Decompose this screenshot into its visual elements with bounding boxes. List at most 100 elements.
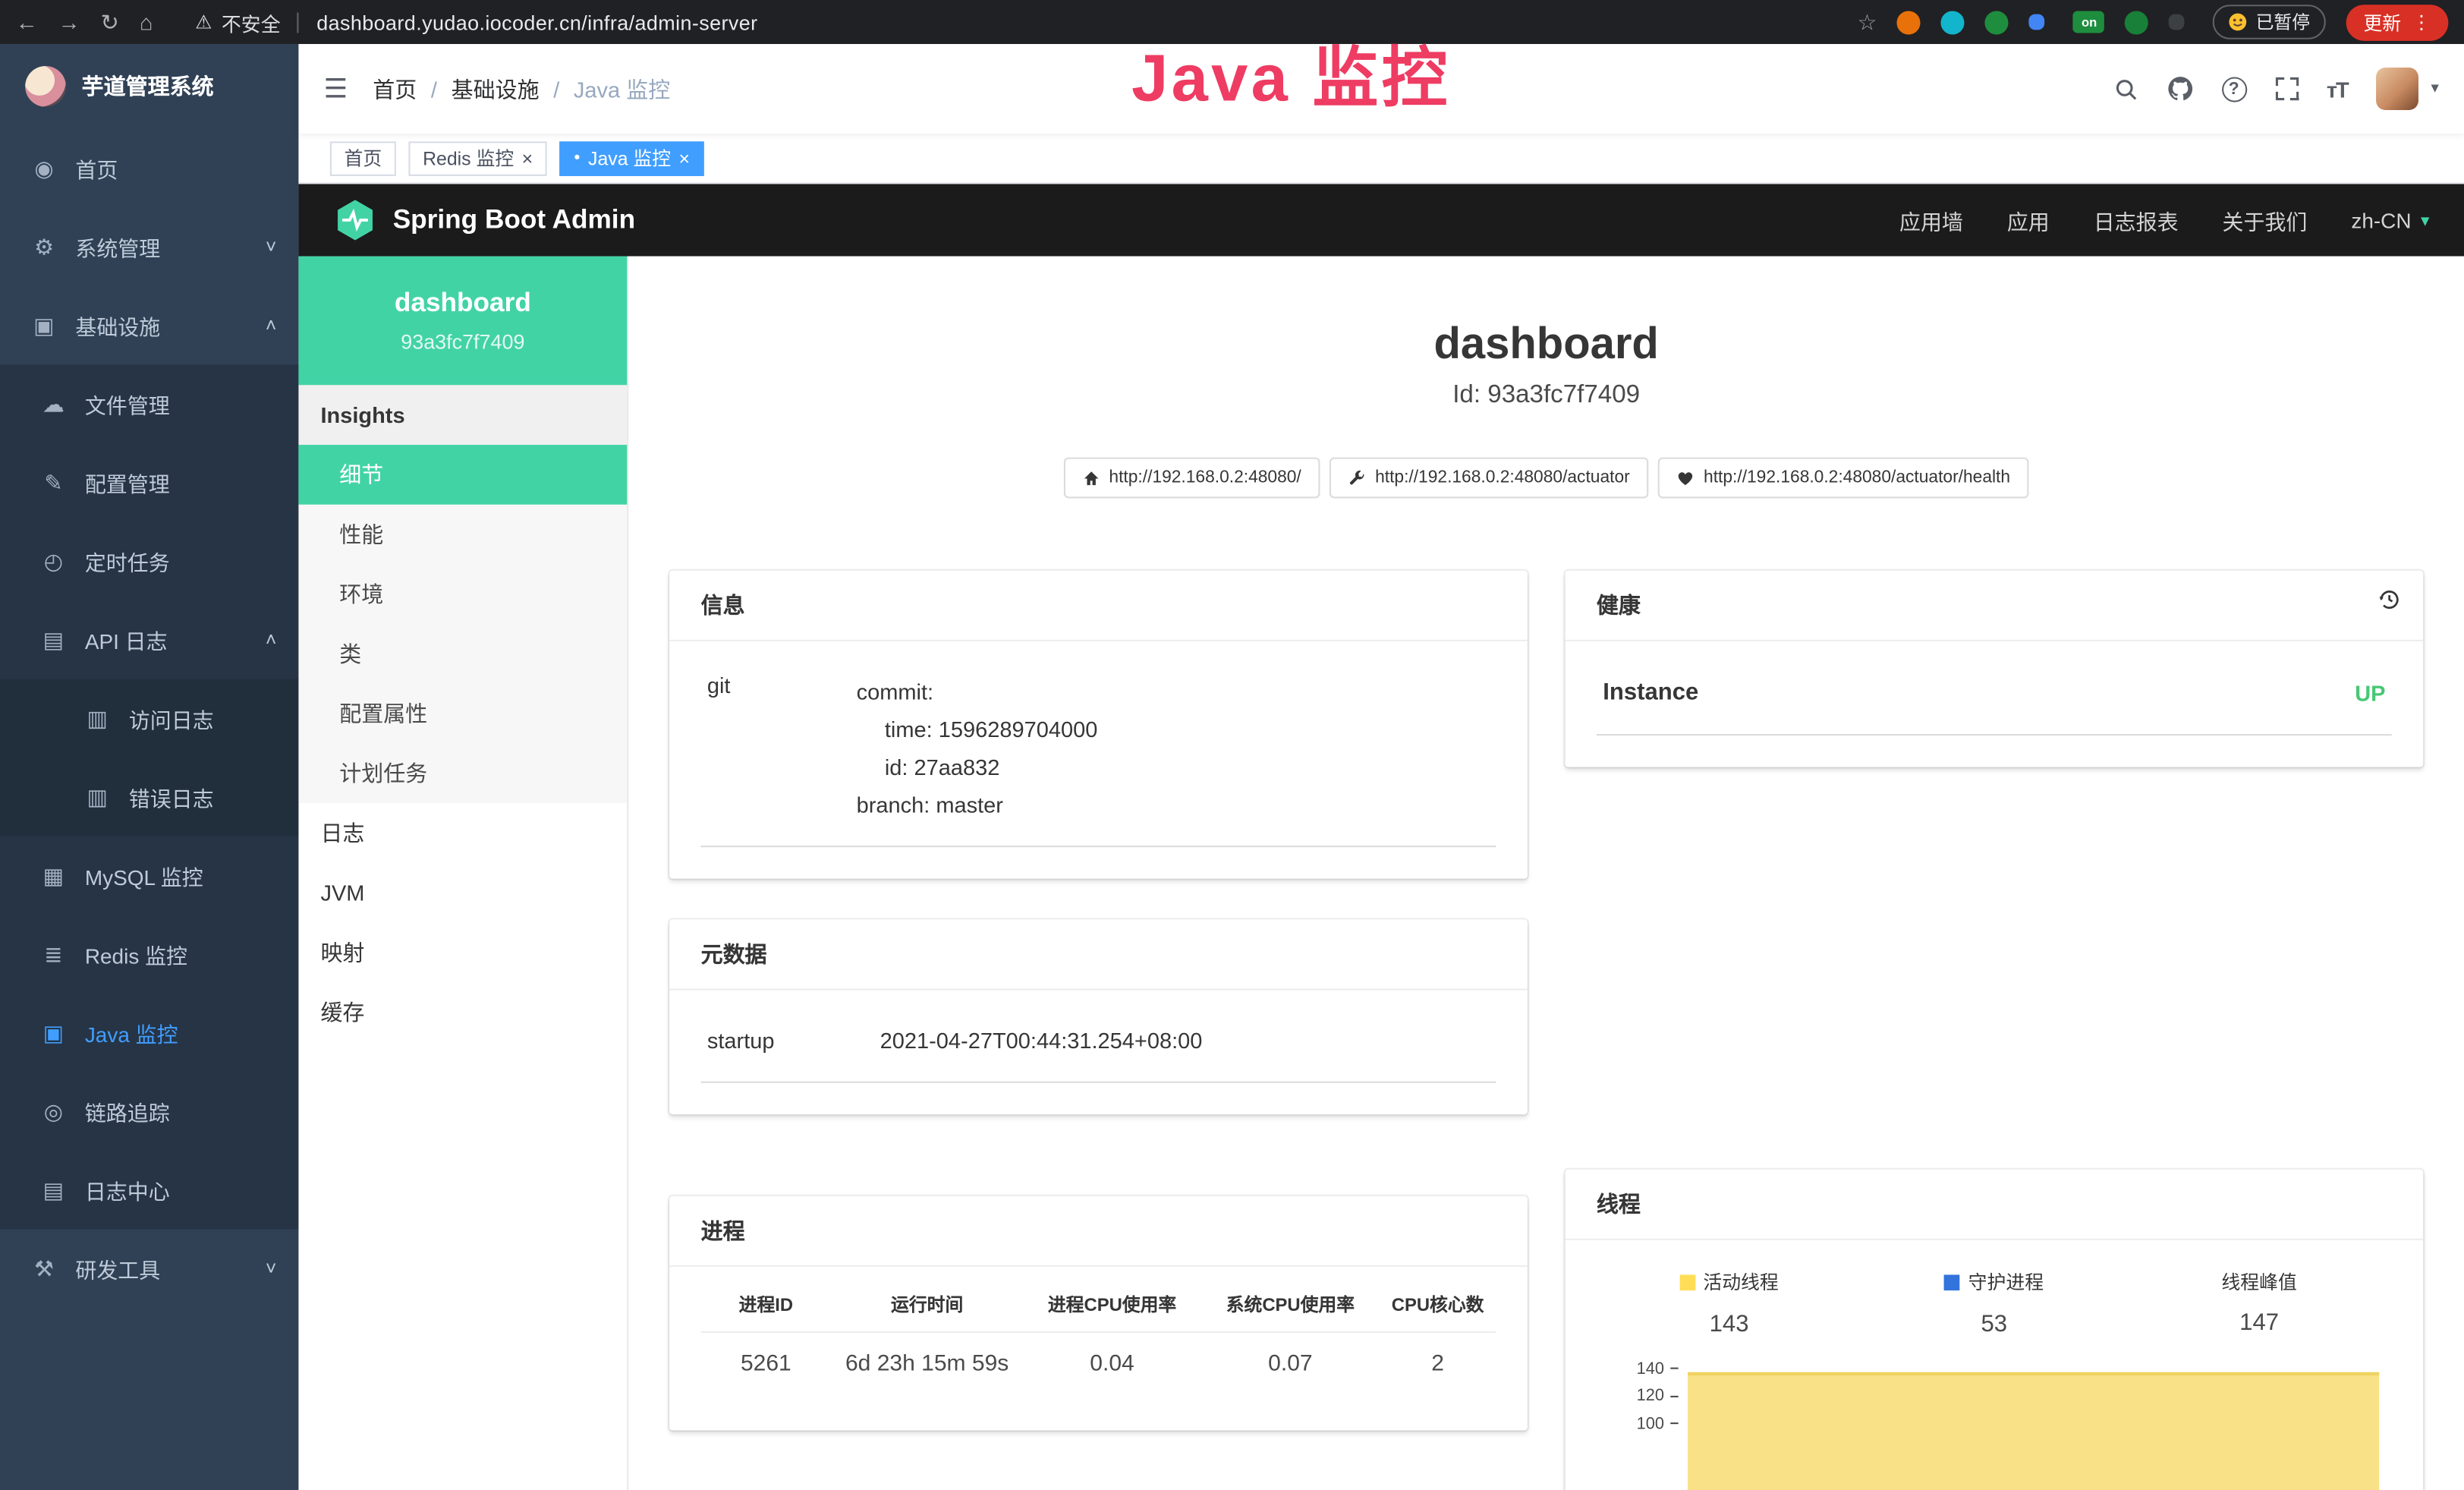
service-url-button[interactable]: http://192.168.0.2:48080/ <box>1063 458 1320 499</box>
close-icon[interactable]: × <box>679 149 691 168</box>
divider <box>297 12 299 33</box>
chevron-down-icon: ˅ <box>266 236 277 258</box>
actuator-url-button[interactable]: http://192.168.0.2:48080/actuator <box>1330 458 1649 499</box>
paused-badge[interactable]: 已暂停 <box>2214 5 2326 39</box>
sba-item-environment[interactable]: 环境 <box>298 564 627 624</box>
tags-view-bar: 首页 Redis 监控 × ● Java 监控 × <box>298 134 2464 184</box>
sidebar-item-file[interactable]: ☁ 文件管理 <box>0 364 298 443</box>
sidebar-item-access-log[interactable]: ▥ 访问日志 <box>0 679 298 758</box>
sidebar-item-api-log[interactable]: ▤ API 日志 ˄ <box>0 600 298 679</box>
close-icon[interactable]: × <box>522 149 533 168</box>
tab-label: Redis 监控 <box>423 145 514 172</box>
sba-nav-wallboard[interactable]: 应用墙 <box>1899 204 1963 235</box>
y-axis-tick: 100 <box>1637 1414 1664 1433</box>
sba-item-scheduled-tasks[interactable]: 计划任务 <box>298 743 627 803</box>
legend-live-threads: 活动线程 143 <box>1597 1268 1861 1337</box>
sba-nav-journal[interactable]: 日志报表 <box>2094 204 2179 235</box>
y-axis-tick: 140 <box>1637 1359 1664 1378</box>
extension-icon-teal[interactable] <box>1941 10 1965 33</box>
help-icon[interactable]: ? <box>2221 76 2246 101</box>
sba-group-loggers[interactable]: 日志 <box>298 803 627 863</box>
sba-locale-select[interactable]: zh-CN ▾ <box>2351 208 2429 232</box>
bookmark-star-icon[interactable]: ☆ <box>1858 8 1877 35</box>
warning-icon: ⚠ <box>195 11 212 33</box>
sidebar-item-label: 错误日志 <box>129 781 214 812</box>
extension-icon-leaf[interactable] <box>2126 10 2149 33</box>
sba-nav-applications[interactable]: 应用 <box>2007 204 2050 235</box>
sidebar-item-log-center[interactable]: ▤ 日志中心 <box>0 1151 298 1230</box>
update-button[interactable]: 更新 ⋮ <box>2346 4 2449 40</box>
process-val-sys-cpu: 0.07 <box>1201 1333 1380 1399</box>
github-icon[interactable] <box>2167 75 2193 102</box>
process-col-proc-cpu: 进程CPU使用率 <box>1023 1270 1201 1333</box>
sidebar-item-redis[interactable]: ≣ Redis 监控 <box>0 915 298 994</box>
app-logo[interactable]: 芋道管理系统 <box>0 44 298 129</box>
extension-icon-orange[interactable] <box>1897 10 1921 33</box>
threads-card: 线程 活动线程 143 <box>1566 1170 2424 1490</box>
extension-icon-dark[interactable] <box>2170 14 2186 30</box>
fullscreen-icon[interactable] <box>2275 77 2299 100</box>
tab-home[interactable]: 首页 <box>330 140 396 175</box>
info-git-row: git commit: time: 1596289704000 id: 27aa… <box>701 644 1496 847</box>
reload-icon[interactable]: ↻ <box>101 11 119 33</box>
sidebar-item-home[interactable]: ◉ 首页 <box>0 129 298 208</box>
security-label: 不安全 <box>222 7 281 36</box>
legend-daemon-threads: 守护进程 53 <box>1861 1268 2126 1337</box>
tab-java[interactable]: ● Java 监控 × <box>559 140 703 175</box>
forward-icon[interactable]: → <box>58 11 80 33</box>
sba-item-details[interactable]: 细节 <box>298 445 627 505</box>
sba-section-insights: Insights <box>298 385 627 445</box>
sidebar-item-dev-tools[interactable]: ⚒ 研发工具 ˅ <box>0 1229 298 1308</box>
sidebar-item-trace[interactable]: ◎ 链路追踪 <box>0 1072 298 1151</box>
locale-label: zh-CN <box>2351 208 2411 232</box>
sidebar-item-error-log[interactable]: ▥ 错误日志 <box>0 758 298 836</box>
sba-group-caches[interactable]: 缓存 <box>298 982 627 1042</box>
address-url[interactable]: dashboard.yudao.iocoder.cn/infra/admin-s… <box>316 10 757 33</box>
font-size-icon[interactable]: тT <box>2327 76 2348 101</box>
sba-item-configprops[interactable]: 配置属性 <box>298 684 627 744</box>
legend-value: 143 <box>1597 1310 1861 1337</box>
process-col-cores: CPU核心数 <box>1380 1270 1496 1333</box>
hamburger-icon[interactable]: ☰ <box>298 73 373 104</box>
sidebar-item-label: 基础设施 <box>75 310 160 341</box>
sidebar-item-job[interactable]: ◴ 定时任务 <box>0 522 298 601</box>
extension-icon-green[interactable] <box>1985 10 2009 33</box>
sba-item-classes[interactable]: 类 <box>298 624 627 684</box>
sba-instance-box[interactable]: dashboard 93a3fc7f7409 <box>298 257 627 386</box>
sidebar-item-system[interactable]: ⚙ 系统管理 ˅ <box>0 207 298 286</box>
sidebar-item-config[interactable]: ✎ 配置管理 <box>0 443 298 522</box>
extension-icon-on-badge[interactable]: on <box>2073 11 2104 33</box>
home-icon[interactable]: ⌂ <box>140 11 153 33</box>
kebab-menu-icon[interactable]: ⋮ <box>2412 11 2431 33</box>
sidebar-item-label: 系统管理 <box>75 231 160 262</box>
smiley-icon <box>2229 13 2248 32</box>
cards-right-column: 健康 Instance UP <box>1566 571 2424 1490</box>
process-card: 进程 进程ID 运行时间 进程CPU使用率 系统CPU使用率 CPU核心数 <box>669 1196 1528 1431</box>
sba-nav-about[interactable]: 关于我们 <box>2223 204 2308 235</box>
breadcrumb-separator: / <box>553 76 559 101</box>
site-security[interactable]: ⚠ 不安全 dashboard.yudao.iocoder.cn/infra/a… <box>195 7 757 36</box>
sba-group-jvm[interactable]: JVM <box>298 863 627 923</box>
search-icon[interactable] <box>2113 76 2138 101</box>
user-avatar[interactable] <box>2376 68 2418 110</box>
clock-icon: ◴ <box>41 548 66 575</box>
sidebar-item-label: Redis 监控 <box>85 938 187 969</box>
tab-label: Java 监控 <box>588 145 671 172</box>
annotation-text: Java 监控 <box>1131 25 1451 121</box>
health-url-button[interactable]: http://192.168.0.2:48080/actuator/health <box>1658 458 2029 499</box>
back-icon[interactable]: ← <box>16 11 38 33</box>
sba-content: dashboard Id: 93a3fc7f7409 http://192.16… <box>628 257 2464 1490</box>
sidebar-item-java[interactable]: ▣ Java 监控 <box>0 994 298 1073</box>
breadcrumb-section[interactable]: 基础设施 <box>452 73 540 104</box>
sidebar-item-infra[interactable]: ▣ 基础设施 ˄ <box>0 286 298 365</box>
sba-group-mappings[interactable]: 映射 <box>298 923 627 983</box>
sidebar-item-mysql[interactable]: ▦ MySQL 监控 <box>0 836 298 915</box>
tab-redis[interactable]: Redis 监控 × <box>408 140 546 175</box>
sba-brand-title[interactable]: Spring Boot Admin <box>393 204 635 235</box>
extension-icon-blue[interactable] <box>2029 14 2045 30</box>
history-icon[interactable] <box>2377 587 2401 616</box>
breadcrumb-home[interactable]: 首页 <box>373 73 417 104</box>
eye-icon: ◎ <box>41 1098 66 1124</box>
sba-item-metrics[interactable]: 性能 <box>298 505 627 565</box>
gear-icon: ⚙ <box>31 234 56 260</box>
